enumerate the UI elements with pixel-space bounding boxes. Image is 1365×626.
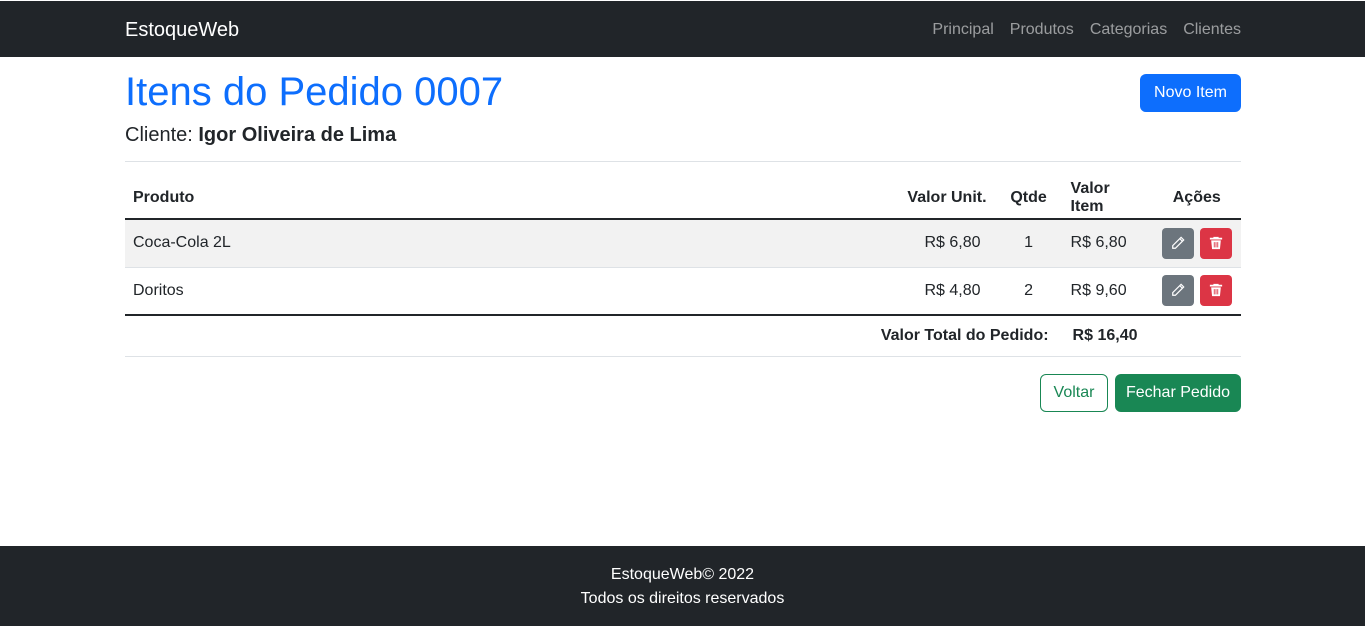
footer-copyright: EstoqueWeb© 2022: [610, 566, 755, 583]
cell-qtde: 2: [994, 267, 1063, 316]
back-button[interactable]: Voltar: [1040, 374, 1108, 412]
cell-actions: [1152, 219, 1241, 268]
pencil-icon: [1171, 236, 1185, 249]
edit-item-button[interactable]: [1161, 275, 1194, 307]
total-value: R$ 16,40: [1062, 315, 1153, 357]
close-order-button[interactable]: Fechar Pedido: [1115, 374, 1241, 412]
header-divider: [125, 161, 1241, 162]
nav-link-produtos[interactable]: Produtos: [1010, 20, 1074, 40]
column-header-qtde: Qtde: [994, 178, 1063, 220]
footer-rights: Todos os direitos reservados: [580, 590, 785, 607]
delete-item-button[interactable]: [1200, 275, 1232, 307]
cell-valor-unit: R$ 4,80: [866, 267, 995, 316]
cell-valor-item: R$ 9,60: [1062, 267, 1153, 316]
table-row: Coca-Cola 2L R$ 6,80 1 R$ 6,80: [125, 219, 1241, 268]
cell-qtde: 1: [994, 219, 1063, 268]
cell-produto: Doritos: [125, 267, 867, 316]
total-empty-cell: [1152, 315, 1241, 357]
cell-produto: Coca-Cola 2L: [125, 219, 867, 268]
table-header-row: Produto Valor Unit. Qtde Valor Item Açõe…: [125, 178, 1241, 220]
nav-link-principal[interactable]: Principal: [932, 20, 993, 40]
cell-valor-item: R$ 6,80: [1062, 219, 1153, 268]
client-name: Igor Oliveira de Lima: [198, 124, 397, 146]
footer: EstoqueWeb© 2022 Todos os direitos reser…: [0, 546, 1365, 626]
nav-links: Principal Produtos Categorias Clientes: [932, 20, 1241, 40]
order-items-table: Produto Valor Unit. Qtde Valor Item Açõe…: [125, 178, 1241, 357]
pencil-icon: [1171, 283, 1185, 297]
trash-icon: [1209, 236, 1223, 249]
new-item-button[interactable]: Novo Item: [1140, 74, 1241, 112]
column-header-acoes: Ações: [1152, 178, 1241, 220]
cell-valor-unit: R$ 6,80: [866, 219, 995, 268]
total-row: Valor Total do Pedido: R$ 16,40: [125, 315, 1241, 357]
column-header-produto: Produto: [125, 178, 867, 220]
cell-actions: [1152, 267, 1241, 316]
column-header-valor-unit: Valor Unit.: [866, 178, 995, 220]
navbar-brand[interactable]: EstoqueWeb: [125, 18, 239, 42]
table-row: Doritos R$ 4,80 2 R$ 9,60: [125, 267, 1241, 316]
client-label: Cliente:: [125, 124, 193, 146]
client-info: Cliente: Igor Oliveira de Lima: [125, 123, 396, 147]
nav-link-clientes[interactable]: Clientes: [1183, 20, 1241, 40]
trash-icon: [1209, 284, 1223, 297]
page-title: Itens do Pedido 0007: [125, 70, 504, 114]
nav-link-categorias[interactable]: Categorias: [1090, 20, 1167, 40]
column-header-valor-item: Valor Item: [1062, 178, 1153, 220]
edit-item-button[interactable]: [1161, 227, 1194, 259]
navbar: EstoqueWeb Principal Produtos Categorias…: [0, 1, 1365, 57]
delete-item-button[interactable]: [1200, 227, 1232, 259]
total-label: Valor Total do Pedido:: [125, 315, 1063, 357]
